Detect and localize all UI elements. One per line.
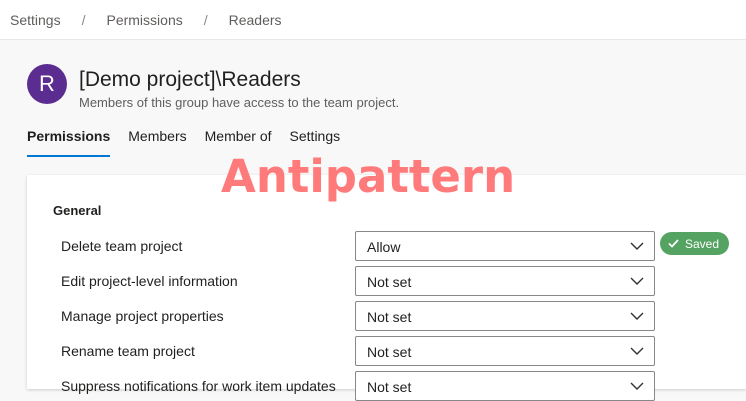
antipattern-watermark: Antipattern	[221, 150, 516, 203]
permission-value: Not set	[367, 274, 412, 290]
breadcrumb-separator: /	[81, 11, 86, 28]
checkmark-icon	[668, 239, 679, 248]
permission-row: Edit project-level information Not set	[61, 266, 741, 296]
permission-label: Edit project-level information	[61, 273, 238, 289]
chevron-down-icon	[630, 277, 644, 285]
chevron-down-icon	[630, 242, 644, 250]
breadcrumb: Settings / Permissions / Readers	[0, 0, 746, 40]
permission-label: Delete team project	[61, 238, 183, 254]
permission-label: Suppress notifications for work item upd…	[61, 378, 336, 394]
breadcrumb-permissions[interactable]: Permissions	[106, 12, 182, 28]
permission-dropdown[interactable]: Not set	[355, 266, 655, 296]
permission-dropdown[interactable]: Allow	[355, 231, 655, 261]
group-header: R [Demo project]\Readers Members of this…	[27, 64, 399, 110]
permission-value: Not set	[367, 344, 412, 360]
permission-row: Suppress notifications for work item upd…	[61, 371, 741, 401]
avatar: R	[27, 64, 67, 104]
permission-value: Not set	[367, 309, 412, 325]
tab-members[interactable]: Members	[128, 128, 186, 157]
chevron-down-icon	[630, 347, 644, 355]
permission-label: Rename team project	[61, 343, 195, 359]
breadcrumb-separator: /	[203, 11, 208, 28]
permission-dropdown[interactable]: Not set	[355, 336, 655, 366]
permission-row: Rename team project Not set	[61, 336, 741, 366]
permission-dropdown[interactable]: Not set	[355, 371, 655, 401]
permission-row: Manage project properties Not set	[61, 301, 741, 331]
page-subtitle: Members of this group have access to the…	[79, 95, 400, 110]
chevron-down-icon	[630, 382, 644, 390]
saved-badge: Saved	[660, 232, 729, 255]
tab-permissions[interactable]: Permissions	[27, 128, 111, 157]
chevron-down-icon	[630, 312, 644, 320]
breadcrumb-readers[interactable]: Readers	[229, 12, 282, 28]
section-title: General	[53, 203, 102, 218]
page-title: [Demo project]\Readers	[79, 68, 301, 91]
permission-value: Not set	[367, 379, 412, 395]
permission-value: Allow	[367, 239, 401, 255]
breadcrumb-settings[interactable]: Settings	[10, 12, 61, 28]
permission-dropdown[interactable]: Not set	[355, 301, 655, 331]
saved-label: Saved	[685, 236, 720, 251]
permission-row: Delete team project Allow Saved	[61, 231, 741, 261]
permission-label: Manage project properties	[61, 308, 224, 324]
